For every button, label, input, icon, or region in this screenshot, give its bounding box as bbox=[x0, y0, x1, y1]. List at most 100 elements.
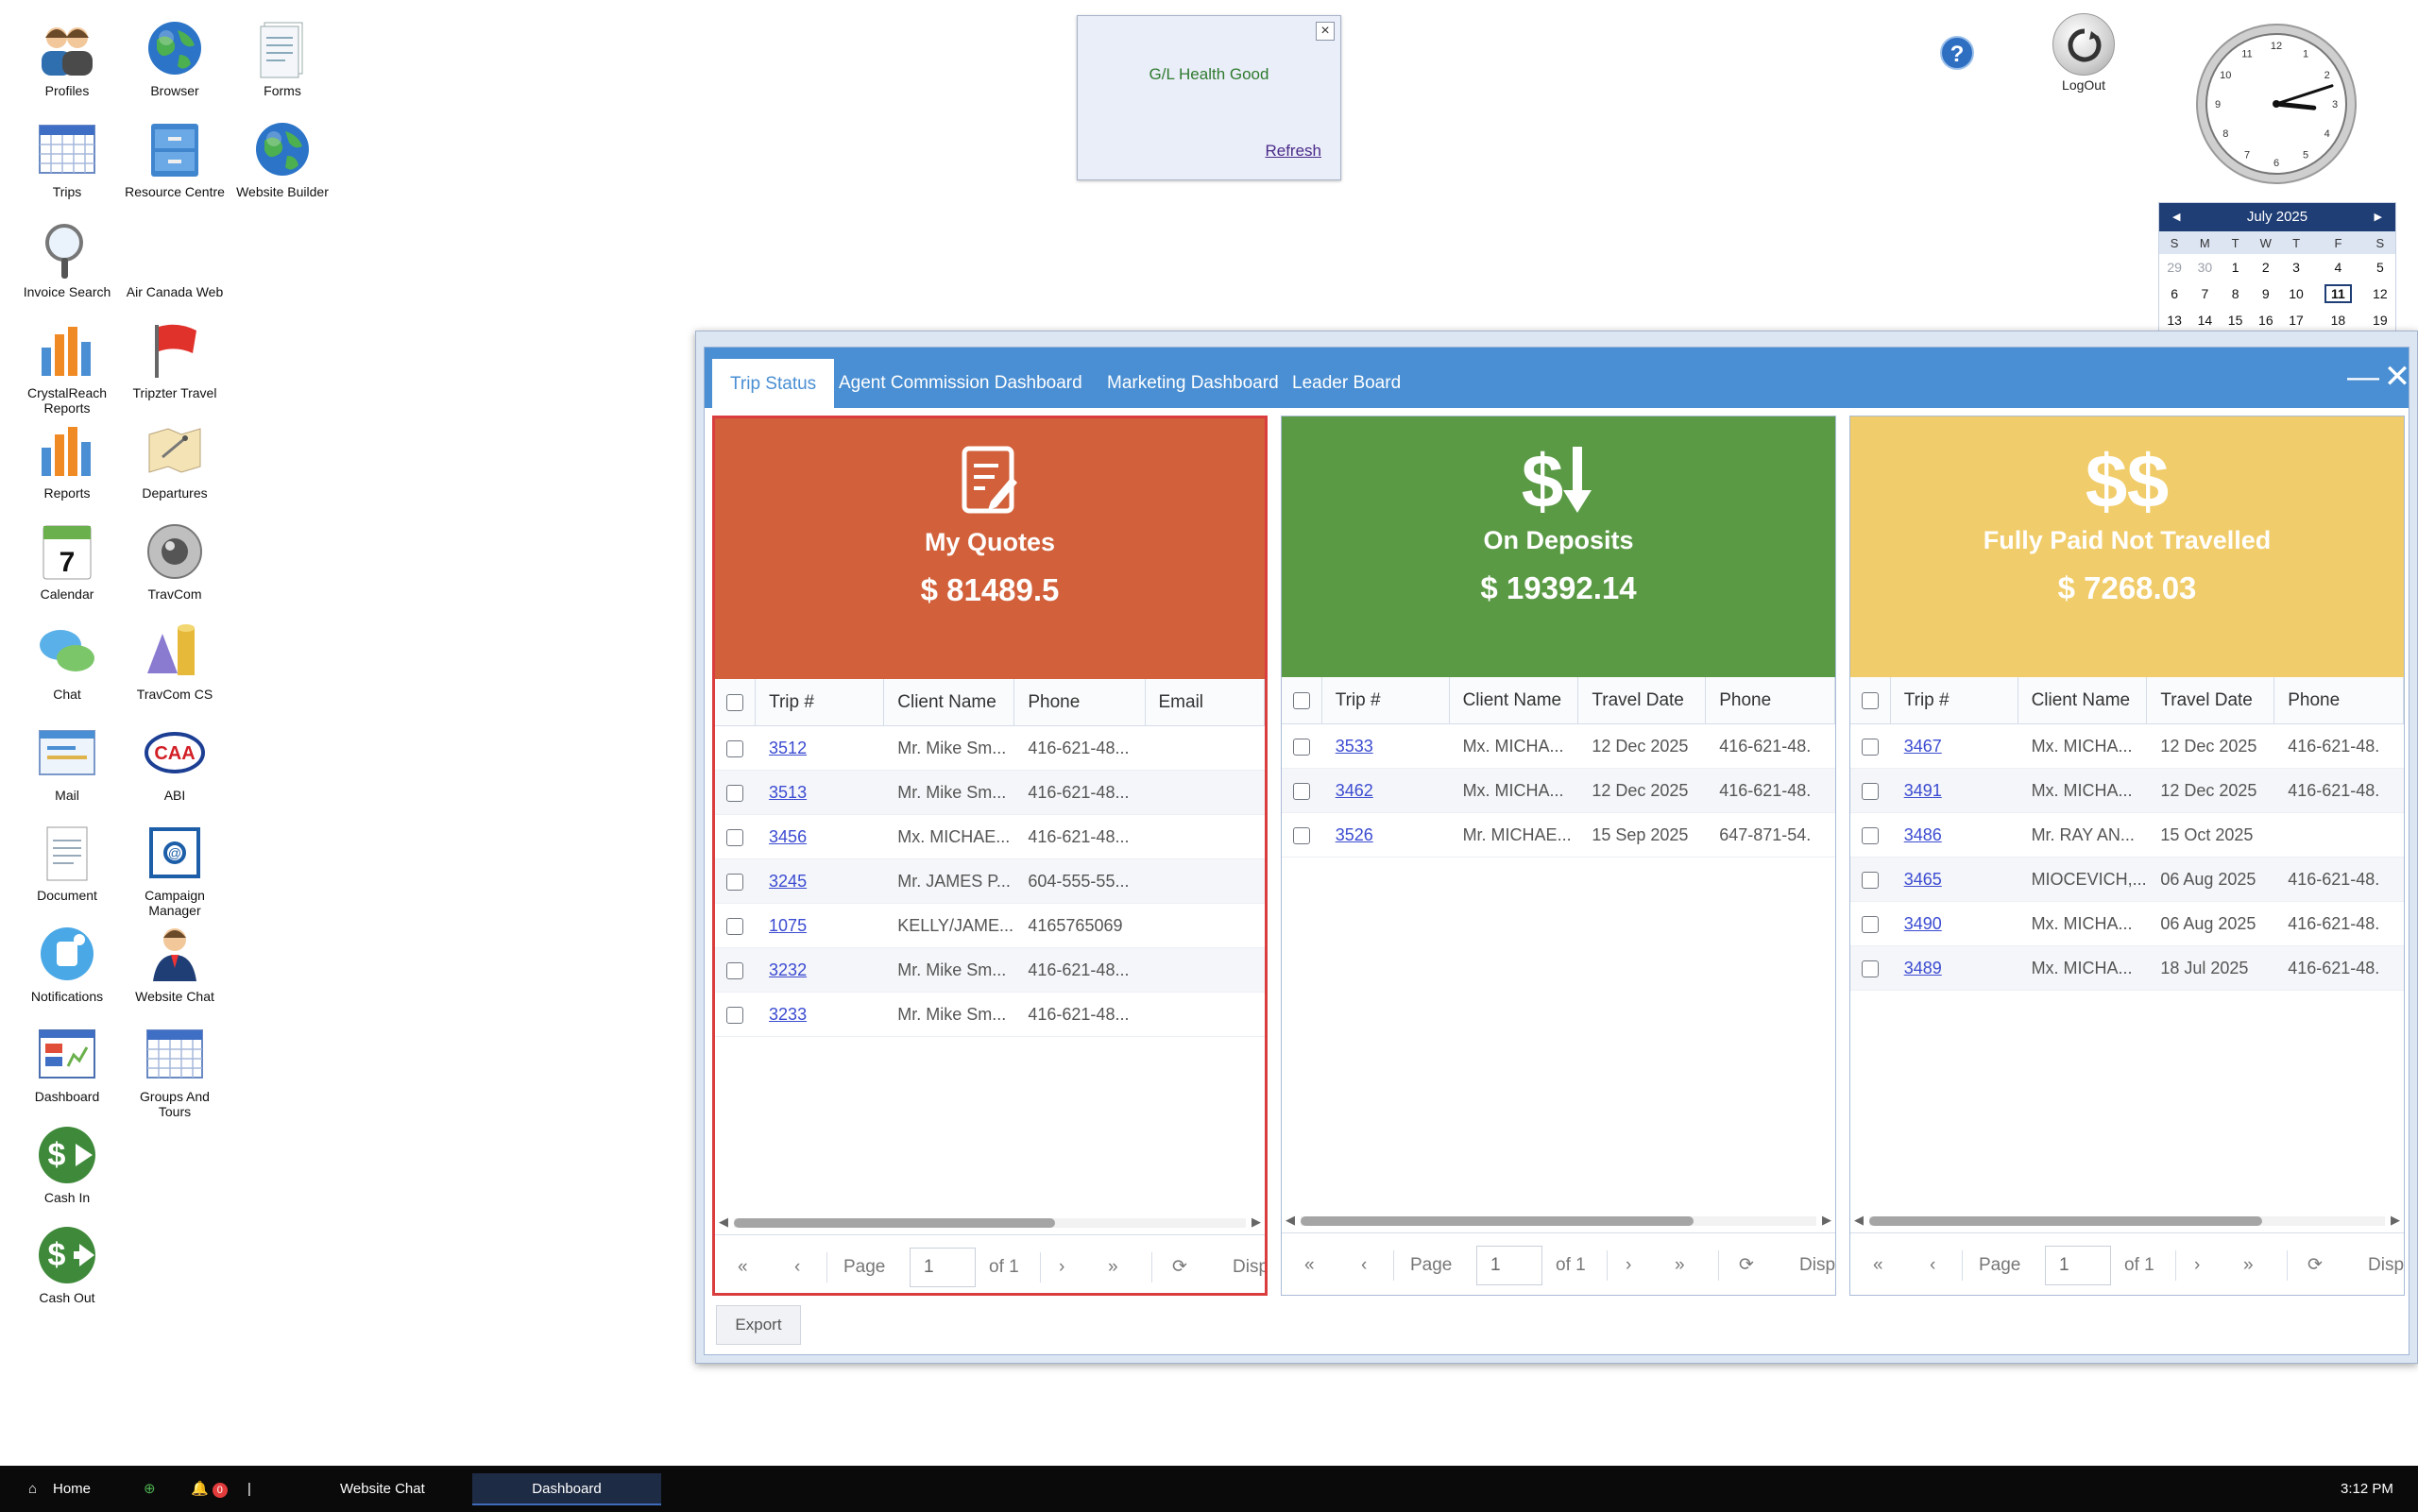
trip-link[interactable]: 3456 bbox=[769, 827, 807, 846]
refresh-icon[interactable]: ⟳ bbox=[1172, 1235, 1187, 1293]
column-header[interactable]: Email bbox=[1146, 679, 1265, 725]
row-checkbox[interactable] bbox=[715, 993, 756, 1036]
scroll-left-icon[interactable]: ◀ bbox=[1854, 1213, 1864, 1228]
next-month-icon[interactable]: ▶ bbox=[2375, 203, 2382, 231]
scroll-left-icon[interactable]: ◀ bbox=[719, 1215, 728, 1230]
row-checkbox[interactable] bbox=[715, 859, 756, 903]
calendar-day[interactable]: 17 bbox=[2281, 307, 2311, 333]
calendar-day[interactable]: 2 bbox=[2251, 254, 2281, 280]
table-row[interactable]: 1075 KELLY/JAME... 4165765069 bbox=[715, 904, 1265, 948]
desktop-icon-abi[interactable]: CAA ABI bbox=[123, 722, 227, 803]
desktop-icon-profiles[interactable]: Profiles bbox=[15, 17, 119, 98]
row-checkbox[interactable] bbox=[715, 815, 756, 858]
table-row[interactable]: 3456 Mx. MICHAE... 416-621-48... bbox=[715, 815, 1265, 859]
horizontal-scrollbar[interactable]: ◀ ▶ bbox=[1282, 1210, 1835, 1231]
taskbar-home[interactable]: Home bbox=[53, 1466, 91, 1512]
desktop-icon-chat[interactable]: Chat bbox=[15, 620, 119, 702]
calendar-day[interactable]: 1 bbox=[2220, 254, 2250, 280]
column-header[interactable]: Client Name bbox=[2018, 677, 2148, 723]
row-checkbox[interactable] bbox=[1850, 902, 1891, 945]
row-checkbox[interactable] bbox=[1850, 858, 1891, 901]
refresh-link[interactable]: Refresh bbox=[1265, 142, 1321, 161]
trip-link[interactable]: 3533 bbox=[1336, 737, 1373, 756]
page-input[interactable]: 1 bbox=[2045, 1246, 2111, 1285]
column-header[interactable]: Client Name bbox=[884, 679, 1015, 725]
scroll-right-icon[interactable]: ▶ bbox=[2391, 1213, 2400, 1228]
calendar-day[interactable]: 13 bbox=[2159, 307, 2189, 333]
first-page-icon[interactable]: « bbox=[738, 1235, 748, 1293]
calendar-day[interactable]: 18 bbox=[2311, 307, 2365, 333]
table-row[interactable]: 3233 Mr. Mike Sm... 416-621-48... bbox=[715, 993, 1265, 1037]
desktop-icon-trips[interactable]: Trips bbox=[15, 118, 119, 199]
scroll-right-icon[interactable]: ▶ bbox=[1252, 1215, 1261, 1230]
column-header[interactable]: Trip # bbox=[1322, 677, 1450, 723]
table-row[interactable]: 3491 Mx. MICHA... 12 Dec 2025 416-621-48. bbox=[1850, 769, 2404, 813]
row-checkbox[interactable] bbox=[1282, 724, 1322, 768]
calendar-day[interactable]: 30 bbox=[2189, 254, 2220, 280]
next-page-icon[interactable]: › bbox=[2194, 1233, 2200, 1295]
table-row[interactable]: 3465 MIOCEVICH,... 06 Aug 2025 416-621-48. bbox=[1850, 858, 2404, 902]
desktop-icon-forms[interactable]: Forms bbox=[230, 17, 334, 98]
calendar-day[interactable]: 19 bbox=[2365, 307, 2395, 333]
prev-month-icon[interactable]: ◀ bbox=[2172, 203, 2180, 231]
trip-link[interactable]: 3491 bbox=[1904, 781, 1942, 800]
calendar-day[interactable]: 11 bbox=[2311, 280, 2365, 307]
desktop-icon-air-canada-web[interactable]: Air Canada Web bbox=[123, 218, 227, 299]
calendar-day[interactable]: 10 bbox=[2281, 280, 2311, 307]
trip-link[interactable]: 3526 bbox=[1336, 825, 1373, 844]
column-header[interactable]: Travel Date bbox=[1578, 677, 1707, 723]
export-button[interactable]: Export bbox=[716, 1305, 801, 1345]
table-row[interactable]: 3526 Mr. MICHAE... 15 Sep 2025 647-871-54. bbox=[1282, 813, 1835, 858]
desktop-icon-website-builder[interactable]: Website Builder bbox=[230, 118, 334, 199]
scroll-thumb[interactable] bbox=[1869, 1216, 2262, 1226]
trip-link[interactable]: 3489 bbox=[1904, 959, 1942, 977]
calendar-day[interactable]: 29 bbox=[2159, 254, 2189, 280]
first-page-icon[interactable]: « bbox=[1873, 1233, 1883, 1295]
column-header[interactable]: Phone bbox=[2274, 677, 2404, 723]
tab-agent-commission-dashboard[interactable]: Agent Commission Dashboard bbox=[822, 359, 1099, 408]
calendar-day[interactable]: 7 bbox=[2189, 280, 2220, 307]
page-input[interactable]: 1 bbox=[910, 1248, 976, 1287]
column-header[interactable]: Trip # bbox=[756, 679, 885, 725]
taskbar-dashboard[interactable]: Dashboard bbox=[472, 1473, 661, 1505]
first-page-icon[interactable]: « bbox=[1304, 1233, 1315, 1295]
row-checkbox[interactable] bbox=[715, 726, 756, 770]
last-page-icon[interactable]: » bbox=[1108, 1235, 1118, 1293]
horizontal-scrollbar[interactable]: ◀ ▶ bbox=[1850, 1210, 2404, 1231]
close-icon[interactable]: × bbox=[1316, 22, 1335, 41]
row-checkbox[interactable] bbox=[1282, 769, 1322, 812]
trip-link[interactable]: 3233 bbox=[769, 1005, 807, 1024]
calendar-day[interactable]: 3 bbox=[2281, 254, 2311, 280]
select-all-checkbox[interactable] bbox=[1850, 677, 1891, 723]
calendar-day[interactable]: 5 bbox=[2365, 254, 2395, 280]
tab-marketing-dashboard[interactable]: Marketing Dashboard bbox=[1090, 359, 1296, 408]
desktop-icon-mail[interactable]: Mail bbox=[15, 722, 119, 803]
column-header[interactable]: Travel Date bbox=[2147, 677, 2275, 723]
taskbar-website-chat[interactable]: Website Chat bbox=[340, 1466, 425, 1512]
horizontal-scrollbar[interactable]: ◀ ▶ bbox=[715, 1212, 1265, 1232]
table-row[interactable]: 3462 Mx. MICHA... 12 Dec 2025 416-621-48. bbox=[1282, 769, 1835, 813]
desktop-icon-calendar[interactable]: 7 Calendar bbox=[15, 520, 119, 602]
trip-link[interactable]: 3513 bbox=[769, 783, 807, 802]
refresh-icon[interactable]: ⟳ bbox=[1739, 1233, 1754, 1295]
minimize-button[interactable]: — bbox=[2346, 359, 2380, 397]
desktop-icon-website-chat[interactable]: Website Chat bbox=[123, 923, 227, 1004]
row-checkbox[interactable] bbox=[1850, 946, 1891, 990]
desktop-icon-campaign-manager[interactable]: @ Campaign Manager bbox=[123, 822, 227, 918]
prev-page-icon[interactable]: ‹ bbox=[1361, 1233, 1367, 1295]
table-row[interactable]: 3489 Mx. MICHA... 18 Jul 2025 416-621-48. bbox=[1850, 946, 2404, 991]
table-row[interactable]: 3512 Mr. Mike Sm... 416-621-48... bbox=[715, 726, 1265, 771]
desktop-icon-cash-out[interactable]: $ Cash Out bbox=[15, 1224, 119, 1305]
desktop-icon-invoice-search[interactable]: Invoice Search bbox=[15, 218, 119, 299]
trip-link[interactable]: 3232 bbox=[769, 960, 807, 979]
desktop-icon-travcom[interactable]: TravCom bbox=[123, 520, 227, 602]
calendar-month[interactable]: July 2025 bbox=[2247, 209, 2307, 225]
desktop-icon-reports[interactable]: Reports bbox=[15, 419, 119, 501]
column-header[interactable]: Phone bbox=[1014, 679, 1146, 725]
trip-link[interactable]: 3245 bbox=[769, 872, 807, 891]
tab-leader-board[interactable]: Leader Board bbox=[1275, 359, 1418, 408]
select-all-checkbox[interactable] bbox=[1282, 677, 1322, 723]
close-window-button[interactable]: ✕ bbox=[2380, 359, 2414, 397]
calendar-day[interactable]: 14 bbox=[2189, 307, 2220, 333]
row-checkbox[interactable] bbox=[1282, 813, 1322, 857]
